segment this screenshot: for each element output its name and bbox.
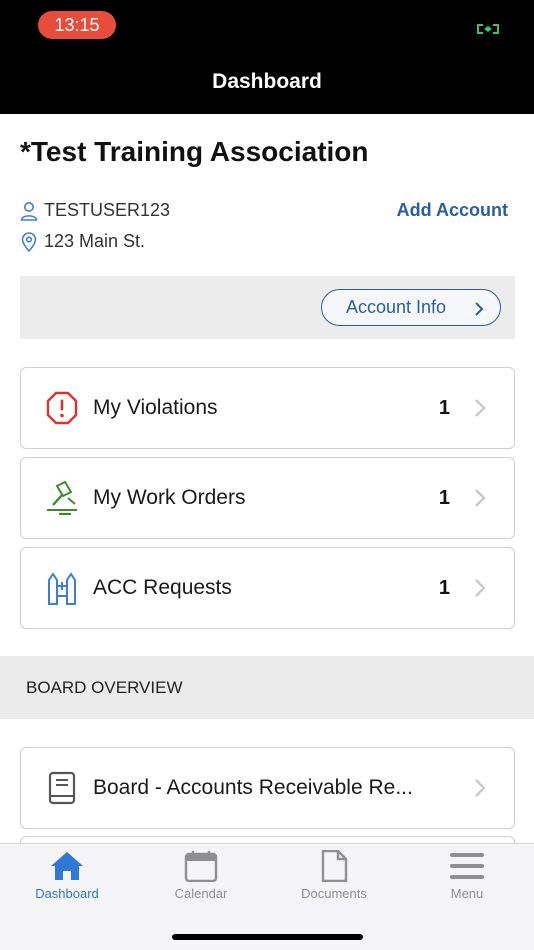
account-info-label: Account Info <box>346 297 447 317</box>
tab-documents[interactable]: Documents <box>279 850 389 901</box>
screen-mirror-icon <box>477 24 499 34</box>
acc-requests-count: 1 <box>438 576 450 599</box>
chevron-right-icon <box>475 579 486 597</box>
status-time: 13:15 <box>38 11 116 39</box>
fence-icon <box>48 572 76 605</box>
chevron-right-icon <box>475 779 486 797</box>
username-row: TESTUSER123 <box>20 200 170 221</box>
acc-requests-card[interactable]: ACC Requests 1 <box>20 547 515 629</box>
board-report-label: Board - Accounts Receivable Re... <box>93 776 413 799</box>
work-orders-card[interactable]: My Work Orders 1 <box>20 457 515 539</box>
board-report-card[interactable]: Board - Accounts Receivable Re... <box>20 747 515 829</box>
acc-requests-label: ACC Requests <box>93 576 232 599</box>
association-name: *Test Training Association <box>20 136 369 167</box>
tab-menu[interactable]: Menu <box>412 850 522 901</box>
chevron-right-icon <box>475 489 486 507</box>
chevron-right-icon <box>475 399 486 417</box>
top-bar: 13:15 Dashboard <box>0 0 534 114</box>
account-info-bar: Account Info <box>20 276 515 339</box>
hammer-icon <box>47 480 77 515</box>
tab-documents-label: Documents <box>301 886 367 901</box>
book-icon <box>48 771 76 805</box>
user-icon <box>20 201 38 221</box>
page-title: Dashboard <box>212 70 322 93</box>
username-text: TESTUSER123 <box>44 200 171 220</box>
add-account-link[interactable]: Add Account <box>397 200 508 221</box>
chevron-right-icon <box>475 302 484 316</box>
hamburger-icon <box>450 853 484 879</box>
home-icon <box>51 852 83 880</box>
document-icon <box>321 850 348 882</box>
tab-calendar[interactable]: Calendar <box>146 850 256 901</box>
violations-count: 1 <box>438 396 450 419</box>
tab-dashboard[interactable]: Dashboard <box>12 850 122 901</box>
home-indicator[interactable] <box>172 934 363 940</box>
calendar-icon <box>184 851 218 882</box>
address-row: 123 Main St. <box>20 231 145 252</box>
account-info-button[interactable]: Account Info <box>321 289 501 326</box>
violation-octagon-icon <box>46 391 78 425</box>
work-orders-label: My Work Orders <box>93 486 246 509</box>
work-orders-count: 1 <box>438 486 450 509</box>
violations-card[interactable]: My Violations 1 <box>20 367 515 449</box>
violations-label: My Violations <box>93 396 218 419</box>
location-pin-icon <box>21 231 37 252</box>
tab-dashboard-label: Dashboard <box>35 886 99 901</box>
tab-calendar-label: Calendar <box>174 886 228 901</box>
tab-menu-label: Menu <box>450 886 484 901</box>
address-text: 123 Main St. <box>44 231 146 251</box>
board-overview-header: BOARD OVERVIEW <box>0 656 534 719</box>
